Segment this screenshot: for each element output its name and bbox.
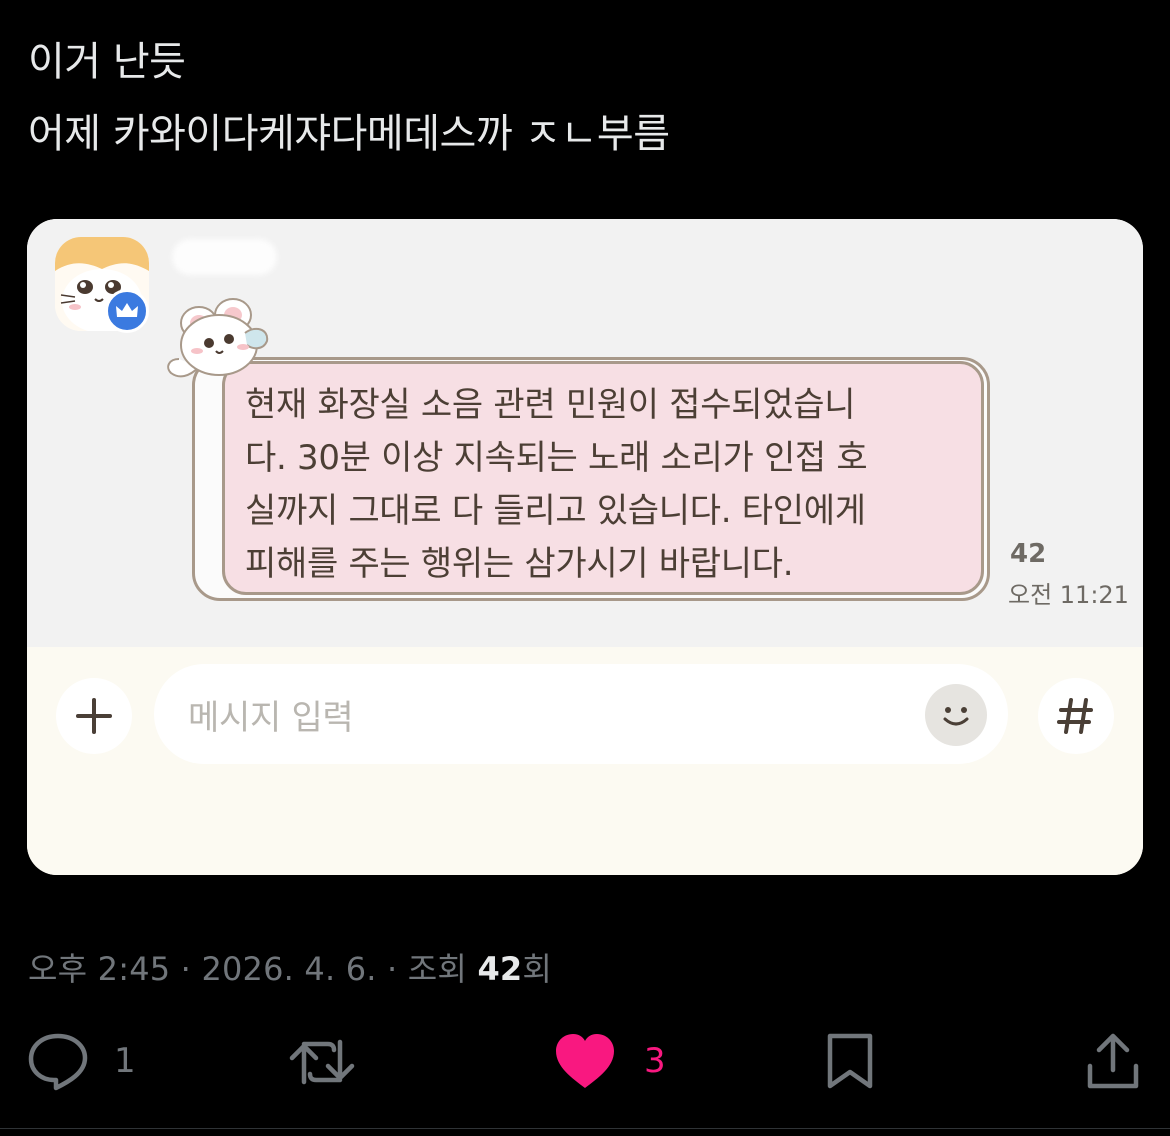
message-line-1: 현재 화장실 소음 관련 민원이 접수되었습니 [245,385,856,425]
post-time[interactable]: 오후 2:45 [28,950,170,988]
message-line-4: 피해를 주는 행위는 삼가시기 바랍니다. [245,544,794,584]
divider [0,1128,1170,1129]
views-count: 42 [477,950,523,988]
crown-icon [116,303,138,317]
post-date[interactable]: 2026. 4. 6. [201,950,376,988]
message-input[interactable]: 메시지 입력 [154,664,1008,764]
hashtag-icon [1057,698,1093,734]
reply-button[interactable]: 1 [28,1032,148,1092]
emoji-button[interactable] [925,684,987,746]
message-input-placeholder: 메시지 입력 [188,698,354,738]
meta-separator: · [170,950,202,988]
smiley-icon [943,707,969,726]
attach-button[interactable] [56,678,132,754]
views-label: 조회 [407,950,478,988]
message-line-3: 실까지 그대로 다 들리고 있습니다. 타인에게 [245,491,866,531]
message-text: 현재 화장실 소음 관련 민원이 접수되었습니 다. 30분 이상 지속되는 노… [245,379,971,591]
message-line-2: 다. 30분 이상 지속되는 노래 소리가 인접 호 [245,438,868,478]
like-button[interactable]: 3 [554,1032,674,1092]
reply-icon [28,1033,88,1091]
share-button[interactable] [1086,1032,1140,1092]
repost-icon [289,1039,355,1085]
bookmark-icon [827,1033,873,1089]
unread-count: 42 [1010,539,1047,569]
heart-icon [556,1034,614,1088]
hashtag-button[interactable] [1038,678,1114,754]
post-text-line-2: 어제 카와이다케쟈다메데스까 ㅈㄴ부름 [28,111,670,157]
sender-name-redacted [172,239,277,275]
meta-separator: · [376,950,408,988]
plus-icon [76,698,112,734]
repost-button[interactable] [288,1032,358,1092]
hamster-sticker-icon [167,298,269,378]
post-text: 이거 난듯 어제 카와이다케쟈다메데스까 ㅈㄴ부름 [28,26,670,170]
post-text-line-1: 이거 난듯 [28,39,186,85]
bookmark-button[interactable] [824,1032,876,1092]
share-icon [1087,1033,1139,1089]
crown-badge [105,289,149,333]
attached-image[interactable]: 현재 화장실 소음 관련 민원이 접수되었습니 다. 30분 이상 지속되는 노… [27,219,1143,875]
reply-count: 1 [114,1041,136,1081]
message-time: 오전 11:21 [1008,581,1129,609]
like-count: 3 [644,1041,666,1081]
views-suffix: 회 [522,950,553,988]
post-meta: 오후 2:45 · 2026. 4. 6. · 조회 42회 [28,944,552,990]
